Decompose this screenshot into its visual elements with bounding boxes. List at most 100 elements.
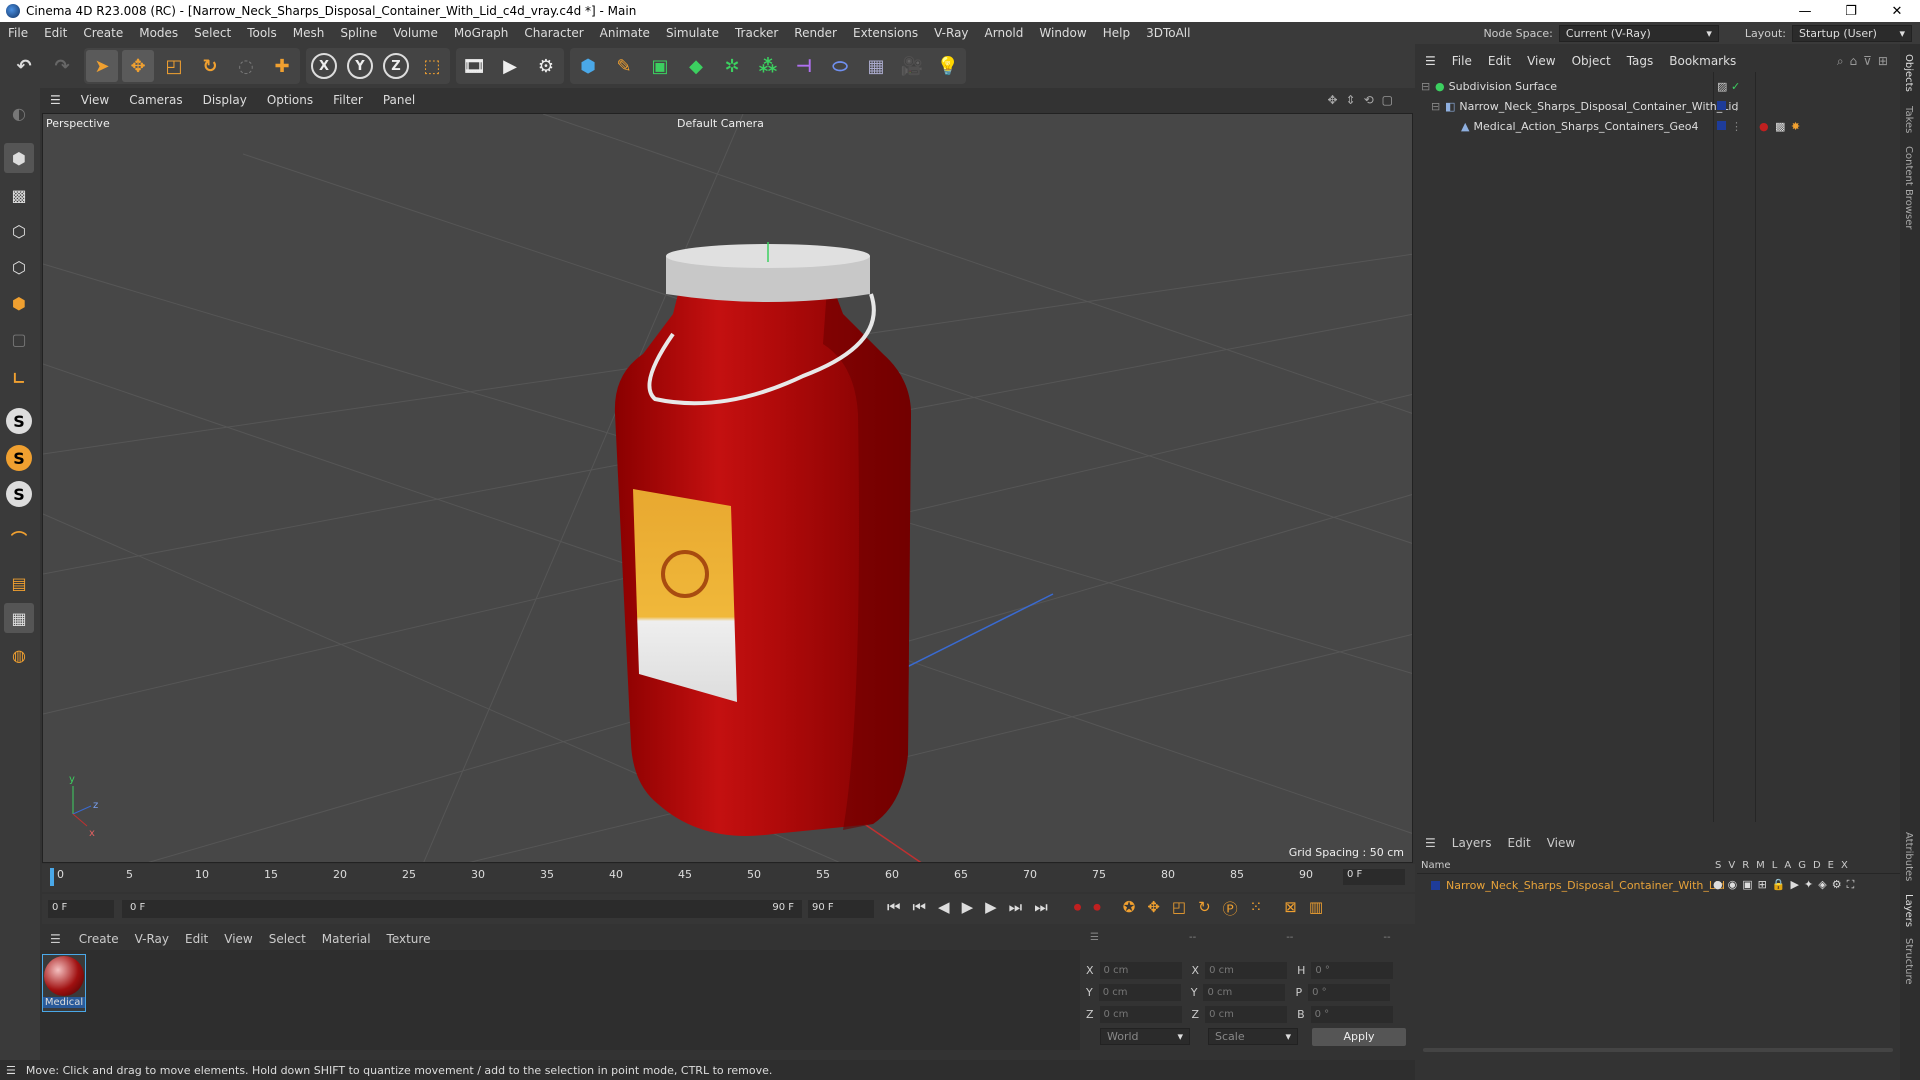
menu-character[interactable]: Character bbox=[516, 26, 591, 40]
go-to-end-icon[interactable]: ⏭ bbox=[1034, 898, 1048, 919]
layer-menu-layers[interactable]: Layers bbox=[1444, 836, 1500, 850]
material-menu-material[interactable]: Material bbox=[314, 932, 379, 946]
add-tool-button[interactable]: ✚ bbox=[266, 50, 298, 82]
mograph-icon[interactable]: ⁂ bbox=[752, 50, 784, 82]
minimize-button[interactable]: — bbox=[1782, 4, 1828, 19]
scale-tool-button[interactable]: ◰ bbox=[158, 50, 190, 82]
make-editable-icon[interactable]: ◐ bbox=[4, 98, 34, 128]
apply-button[interactable]: Apply bbox=[1312, 1028, 1406, 1046]
object-search-icons[interactable]: ⌕⌂⊽⊞ bbox=[1837, 54, 1900, 69]
snap-settings-icon[interactable]: S bbox=[6, 445, 32, 471]
cube-primitive-icon[interactable]: ⬢ bbox=[572, 50, 604, 82]
collapse-icon[interactable]: ⊟ bbox=[1431, 100, 1441, 113]
go-to-start-icon[interactable]: ⏮ bbox=[887, 898, 901, 919]
pos-x-field[interactable]: 0 cm bbox=[1099, 962, 1182, 979]
xref-icon[interactable]: ⛶ bbox=[1847, 878, 1855, 892]
redo-button[interactable]: ↷ bbox=[46, 50, 78, 82]
autokey-icon[interactable]: ⏺ bbox=[1093, 898, 1101, 919]
visibility-dots-icon[interactable]: ⋮ bbox=[1731, 120, 1742, 133]
axis-mode-icon[interactable]: ∟ bbox=[4, 363, 34, 393]
play-icon[interactable]: ▶ bbox=[962, 898, 974, 919]
rotation-key-icon[interactable]: ↻ bbox=[1198, 898, 1211, 919]
layer-menu-edit[interactable]: Edit bbox=[1499, 836, 1538, 850]
menu-mesh[interactable]: Mesh bbox=[285, 26, 333, 40]
uv-mode-icon[interactable]: ▢ bbox=[4, 324, 34, 354]
magnet-icon[interactable]: ⌒ bbox=[4, 523, 34, 553]
rot-h-field[interactable]: 0 ° bbox=[1311, 962, 1394, 979]
texture-tag-icon[interactable]: ▩ bbox=[1775, 120, 1785, 133]
viewport-menu-view[interactable]: View bbox=[71, 93, 119, 107]
timeline-icon[interactable]: ▥ bbox=[1309, 898, 1323, 919]
solo-icon[interactable]: ● bbox=[1713, 878, 1723, 892]
pos-y-field[interactable]: 0 cm bbox=[1098, 984, 1181, 1001]
deformer-icon[interactable]: ◈ bbox=[1818, 878, 1826, 892]
deformer-icon[interactable]: ⊣ bbox=[788, 50, 820, 82]
coordinate-system-icon[interactable]: ⬚ bbox=[416, 50, 448, 82]
motion-system-icon[interactable]: ⊠ bbox=[1284, 898, 1297, 919]
viewport-menu-options[interactable]: Options bbox=[257, 93, 323, 107]
menu-spline[interactable]: Spline bbox=[332, 26, 385, 40]
menu-create[interactable]: Create bbox=[75, 26, 131, 40]
render-picture-viewer-icon[interactable]: ▶ bbox=[494, 50, 526, 82]
tab-attributes[interactable]: Attributes bbox=[1903, 832, 1914, 881]
menu-render[interactable]: Render bbox=[786, 26, 845, 40]
z-axis-lock-icon[interactable]: Z bbox=[383, 53, 409, 79]
record-icon[interactable]: ⏺ bbox=[1074, 898, 1082, 919]
menu-help[interactable]: Help bbox=[1095, 26, 1138, 40]
layer-menu-view[interactable]: View bbox=[1539, 836, 1583, 850]
material-area[interactable]: Medical bbox=[40, 950, 1080, 1050]
menu-select[interactable]: Select bbox=[186, 26, 239, 40]
collapse-icon[interactable]: ⊟ bbox=[1421, 80, 1431, 93]
camera-icon[interactable]: 🎥 bbox=[896, 50, 928, 82]
generator-icon[interactable]: ✦ bbox=[1804, 878, 1813, 892]
select-tool-button[interactable]: ➤ bbox=[86, 50, 118, 82]
render-icon[interactable]: ▣ bbox=[1742, 878, 1752, 892]
hamburger-icon[interactable]: ☰ bbox=[1417, 54, 1444, 68]
animation-icon[interactable]: ▶ bbox=[1791, 878, 1799, 892]
size-y-field[interactable]: 0 cm bbox=[1203, 984, 1286, 1001]
undo-button[interactable]: ↶ bbox=[8, 50, 40, 82]
visibility-toggle-icon[interactable]: ▨ bbox=[1717, 80, 1727, 93]
rot-b-field[interactable]: 0 ° bbox=[1310, 1006, 1393, 1023]
hamburger-icon[interactable]: ☰ bbox=[1417, 836, 1444, 850]
menu-3dtoall[interactable]: 3DToAll bbox=[1138, 26, 1198, 40]
size-x-field[interactable]: 0 cm bbox=[1205, 962, 1288, 979]
menu-tools[interactable]: Tools bbox=[239, 26, 285, 40]
grid-icon[interactable]: ▦ bbox=[4, 603, 34, 633]
tab-layers[interactable]: Layers bbox=[1903, 894, 1914, 927]
quantize-icon[interactable]: S bbox=[6, 481, 32, 507]
timeline-ruler[interactable]: 0 5 10 15 20 25 30 35 40 45 50 55 60 65 … bbox=[42, 864, 1415, 892]
tree-item-geo[interactable]: ▲ Medical_Action_Sharps_Containers_Geo4 … bbox=[1417, 116, 1900, 136]
menu-tracker[interactable]: Tracker bbox=[727, 26, 786, 40]
material-menu-view[interactable]: View bbox=[216, 932, 260, 946]
size-mode-dropdown[interactable]: Scale ▾ bbox=[1208, 1028, 1298, 1045]
field-icon[interactable]: ⬭ bbox=[824, 50, 856, 82]
menu-vray[interactable]: V-Ray bbox=[926, 26, 976, 40]
workplane-icon[interactable]: ▤ bbox=[4, 568, 34, 598]
keyframe-selection-icon[interactable]: ✪ bbox=[1123, 898, 1136, 919]
prev-key-icon[interactable]: ⏮ bbox=[913, 898, 927, 919]
frame-range-slider[interactable]: 0 F 90 F bbox=[122, 900, 802, 918]
move-tool-button[interactable]: ✥ bbox=[122, 50, 154, 82]
prev-frame-icon[interactable]: ◀ bbox=[938, 898, 950, 919]
enabled-check-icon[interactable]: ✓ bbox=[1731, 80, 1740, 93]
viewport-menu-cameras[interactable]: Cameras bbox=[119, 93, 192, 107]
tab-objects[interactable]: Objects bbox=[1903, 54, 1914, 92]
obj-menu-tags[interactable]: Tags bbox=[1619, 54, 1662, 68]
manager-icon[interactable]: ⊞ bbox=[1758, 878, 1767, 892]
menu-file[interactable]: File bbox=[0, 26, 36, 40]
scale-key-icon[interactable]: ◰ bbox=[1172, 898, 1186, 919]
rot-p-field[interactable]: 0 ° bbox=[1308, 984, 1391, 1001]
rotate-tool-button[interactable]: ↻ bbox=[194, 50, 226, 82]
tab-content-browser[interactable]: Content Browser bbox=[1903, 146, 1914, 229]
x-axis-lock-icon[interactable]: X bbox=[311, 53, 337, 79]
viewport-menu-filter[interactable]: Filter bbox=[323, 93, 373, 107]
light-icon[interactable]: 💡 bbox=[932, 50, 964, 82]
current-frame-field[interactable]: 0 F bbox=[1343, 869, 1405, 885]
material-menu-create[interactable]: Create bbox=[71, 932, 127, 946]
menu-mograph[interactable]: MoGraph bbox=[446, 26, 517, 40]
layer-row[interactable]: Narrow_Neck_Sharps_Disposal_Container_Wi… bbox=[1417, 876, 1900, 894]
menu-volume[interactable]: Volume bbox=[385, 26, 446, 40]
live-selection-button[interactable]: ◌ bbox=[230, 50, 262, 82]
menu-arnold[interactable]: Arnold bbox=[977, 26, 1032, 40]
